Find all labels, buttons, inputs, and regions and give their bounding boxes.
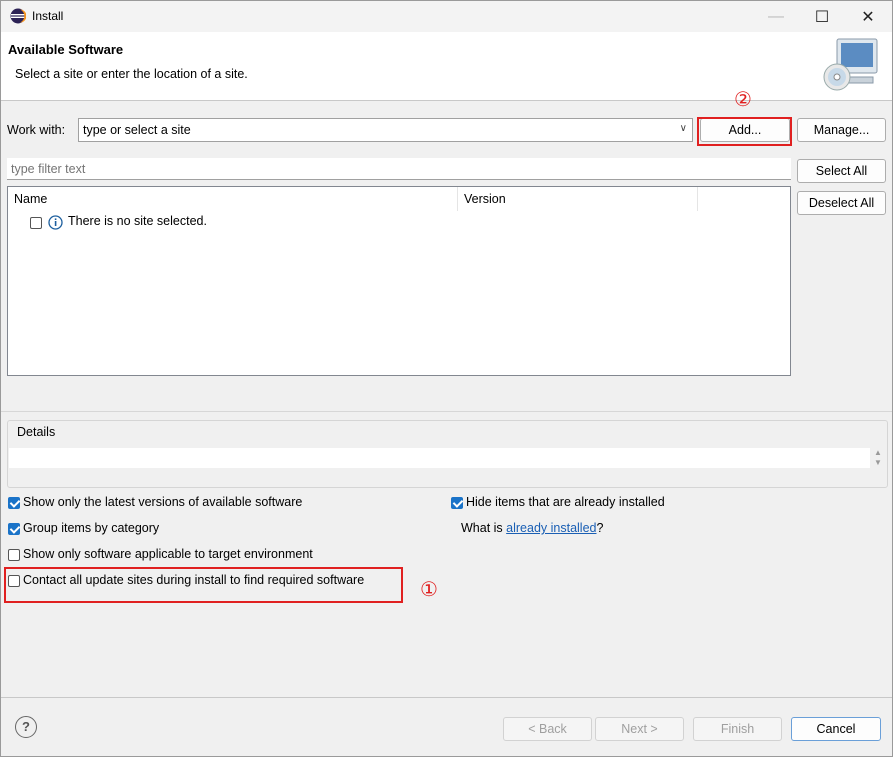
latest-versions-checkbox[interactable] bbox=[8, 497, 20, 509]
finish-button[interactable]: Finish bbox=[693, 717, 782, 741]
info-icon bbox=[48, 215, 63, 230]
maximize-icon: ☐ bbox=[814, 8, 830, 26]
deselect-all-button[interactable]: Deselect All bbox=[797, 191, 886, 215]
annotation-marker-1: ① bbox=[420, 579, 438, 601]
group-by-category-checkbox[interactable] bbox=[8, 523, 20, 535]
contact-sites-highlight bbox=[4, 567, 403, 603]
tree-row-label: There is no site selected. bbox=[68, 214, 207, 228]
install-software-icon bbox=[823, 38, 878, 91]
target-environment-label: Show only software applicable to target … bbox=[23, 547, 313, 561]
column-header-name[interactable]: Name bbox=[8, 187, 458, 211]
what-is-installed-text: What is already installed? bbox=[461, 521, 603, 535]
target-environment-checkbox[interactable] bbox=[8, 549, 20, 561]
back-button[interactable]: < Back bbox=[503, 717, 592, 741]
next-button[interactable]: Next > bbox=[595, 717, 684, 741]
details-label: Details bbox=[15, 425, 58, 439]
column-header-version[interactable]: Version bbox=[458, 187, 698, 211]
chevron-down-icon[interactable]: ∨ bbox=[680, 123, 687, 134]
hide-installed-label: Hide items that are already installed bbox=[466, 495, 665, 509]
filter-input[interactable] bbox=[7, 158, 783, 180]
details-text[interactable] bbox=[9, 448, 870, 468]
maximize-button[interactable]: ☐ bbox=[799, 1, 845, 32]
group-by-category-label: Group items by category bbox=[23, 521, 160, 535]
title-bar: Install — ☐ ✕ bbox=[1, 1, 892, 32]
install-window: Install — ☐ ✕ Available Software Select … bbox=[0, 0, 893, 757]
minimize-icon: — bbox=[768, 7, 784, 25]
window-title: Install bbox=[32, 9, 64, 23]
eclipse-logo-icon bbox=[10, 8, 26, 24]
what-is-prefix: What is bbox=[461, 521, 507, 535]
software-tree[interactable]: Name Version There is no site selected. bbox=[7, 186, 791, 376]
close-button[interactable]: ✕ bbox=[845, 1, 891, 32]
select-all-button[interactable]: Select All bbox=[797, 159, 886, 183]
already-installed-link[interactable]: already installed bbox=[506, 521, 596, 535]
help-icon[interactable]: ? bbox=[15, 716, 37, 738]
tree-row[interactable]: There is no site selected. bbox=[8, 211, 790, 235]
latest-versions-label: Show only the latest versions of availab… bbox=[23, 495, 303, 509]
close-icon: ✕ bbox=[861, 8, 875, 26]
what-is-suffix: ? bbox=[596, 521, 604, 535]
filter-field[interactable] bbox=[7, 158, 791, 180]
page-description: Select a site or enter the location of a… bbox=[15, 67, 248, 81]
details-scrollbar[interactable]: ▲ ▼ bbox=[870, 448, 886, 468]
footer-divider bbox=[1, 697, 892, 698]
annotation-marker-2: ② bbox=[734, 89, 752, 111]
work-with-label: Work with: bbox=[7, 123, 66, 137]
minimize-button[interactable]: — bbox=[753, 1, 799, 32]
tree-row-checkbox[interactable] bbox=[30, 217, 42, 229]
divider bbox=[1, 411, 892, 412]
wizard-header: Available Software Select a site or ente… bbox=[1, 32, 892, 101]
work-with-combo[interactable]: type or select a site ∨ bbox=[78, 118, 693, 142]
manage-sites-button[interactable]: Manage... bbox=[797, 118, 886, 142]
hide-installed-checkbox[interactable] bbox=[451, 497, 463, 509]
page-title: Available Software bbox=[8, 42, 124, 57]
work-with-value: type or select a site bbox=[83, 123, 191, 137]
add-button-highlight bbox=[697, 117, 792, 146]
cancel-button[interactable]: Cancel bbox=[791, 717, 881, 741]
